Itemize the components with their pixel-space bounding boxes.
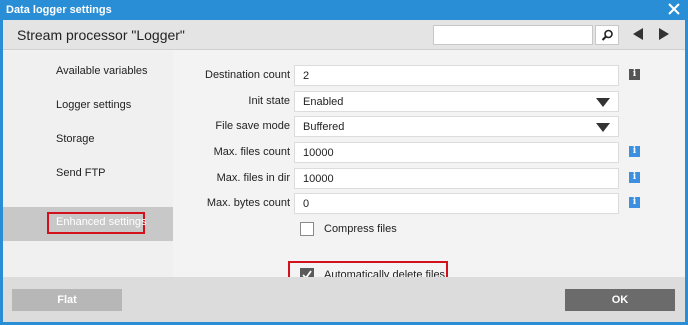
field-label: Destination count bbox=[205, 69, 290, 81]
field-label: Init state bbox=[248, 95, 290, 107]
max-files-in-dir-field[interactable]: 10000 bbox=[294, 168, 619, 189]
chevron-down-icon bbox=[596, 98, 610, 107]
sidebar-item-label: Send FTP bbox=[56, 167, 106, 179]
sidebar-item-label: Logger settings bbox=[56, 99, 132, 111]
info-icon[interactable]: i bbox=[629, 197, 640, 208]
title-bar: Data logger settings bbox=[0, 0, 688, 20]
sidebar-item-logger-settings[interactable]: Logger settings bbox=[3, 90, 173, 122]
max-bytes-count-field[interactable]: 0 bbox=[294, 193, 619, 214]
field-label: File save mode bbox=[215, 120, 290, 132]
sidebar-item-available-variables[interactable]: Available variables bbox=[3, 56, 173, 88]
field-value: 10000 bbox=[303, 173, 334, 185]
sidebar-item-storage[interactable]: Storage bbox=[3, 124, 173, 156]
sidebar-item-send-ftp[interactable]: Send FTP bbox=[3, 158, 173, 190]
forward-arrow-icon[interactable] bbox=[657, 27, 671, 41]
field-value: Buffered bbox=[303, 121, 345, 133]
field-value: 0 bbox=[303, 198, 310, 210]
close-icon[interactable] bbox=[666, 1, 682, 17]
sidebar-item-label: Enhanced settings bbox=[56, 216, 147, 228]
sidebar-item-enhanced-settings[interactable]: Enhanced settings bbox=[3, 207, 173, 241]
checkbox-label: Compress files bbox=[324, 223, 397, 235]
info-icon[interactable]: i bbox=[629, 69, 640, 80]
flat-button[interactable]: Flat bbox=[12, 289, 122, 311]
field-label: Max. files in dir bbox=[216, 172, 290, 184]
settings-form: Destination count 2 i Init state Enabled… bbox=[176, 51, 685, 291]
destination-count-row: Destination count 2 i bbox=[176, 65, 685, 87]
max-files-count-field[interactable]: 10000 bbox=[294, 142, 619, 163]
footer-bar: Flat OK bbox=[3, 277, 685, 322]
init-state-row: Init state Enabled bbox=[176, 91, 685, 113]
file-save-mode-row: File save mode Buffered bbox=[176, 116, 685, 138]
checkbox-box[interactable] bbox=[300, 222, 314, 236]
max-files-count-row: Max. files count 10000 i bbox=[176, 142, 685, 164]
window-title: Data logger settings bbox=[6, 4, 112, 16]
info-icon[interactable]: i bbox=[629, 146, 640, 157]
dialog-content: Stream processor "Logger" Available vari… bbox=[3, 20, 685, 322]
back-arrow-icon[interactable] bbox=[631, 27, 645, 41]
sidebar-item-label: Storage bbox=[56, 133, 95, 145]
max-bytes-count-row: Max. bytes count 0 i bbox=[176, 193, 685, 215]
chevron-down-icon bbox=[596, 123, 610, 132]
field-value: 2 bbox=[303, 70, 310, 82]
field-label: Max. bytes count bbox=[206, 197, 290, 209]
search-button[interactable] bbox=[595, 25, 619, 45]
file-save-mode-select[interactable]: Buffered bbox=[294, 116, 619, 137]
search-input[interactable] bbox=[433, 25, 593, 45]
settings-window: Data logger settings Stream processor "L… bbox=[0, 0, 688, 325]
field-value: 10000 bbox=[303, 147, 334, 159]
info-icon[interactable]: i bbox=[629, 172, 640, 183]
sidebar-item-label: Available variables bbox=[56, 65, 148, 77]
header-bar: Stream processor "Logger" bbox=[3, 20, 685, 50]
search-icon bbox=[601, 29, 613, 41]
field-label: Max. files count bbox=[213, 146, 290, 158]
field-value: Enabled bbox=[303, 96, 344, 108]
sidebar: Available variables Logger settings Stor… bbox=[3, 51, 173, 277]
destination-count-field[interactable]: 2 bbox=[294, 65, 619, 86]
init-state-select[interactable]: Enabled bbox=[294, 91, 619, 112]
page-title: Stream processor "Logger" bbox=[17, 27, 185, 43]
ok-button[interactable]: OK bbox=[565, 289, 675, 311]
compress-files-checkbox[interactable]: Compress files bbox=[294, 219, 624, 241]
max-files-in-dir-row: Max. files in dir 10000 i bbox=[176, 168, 685, 190]
